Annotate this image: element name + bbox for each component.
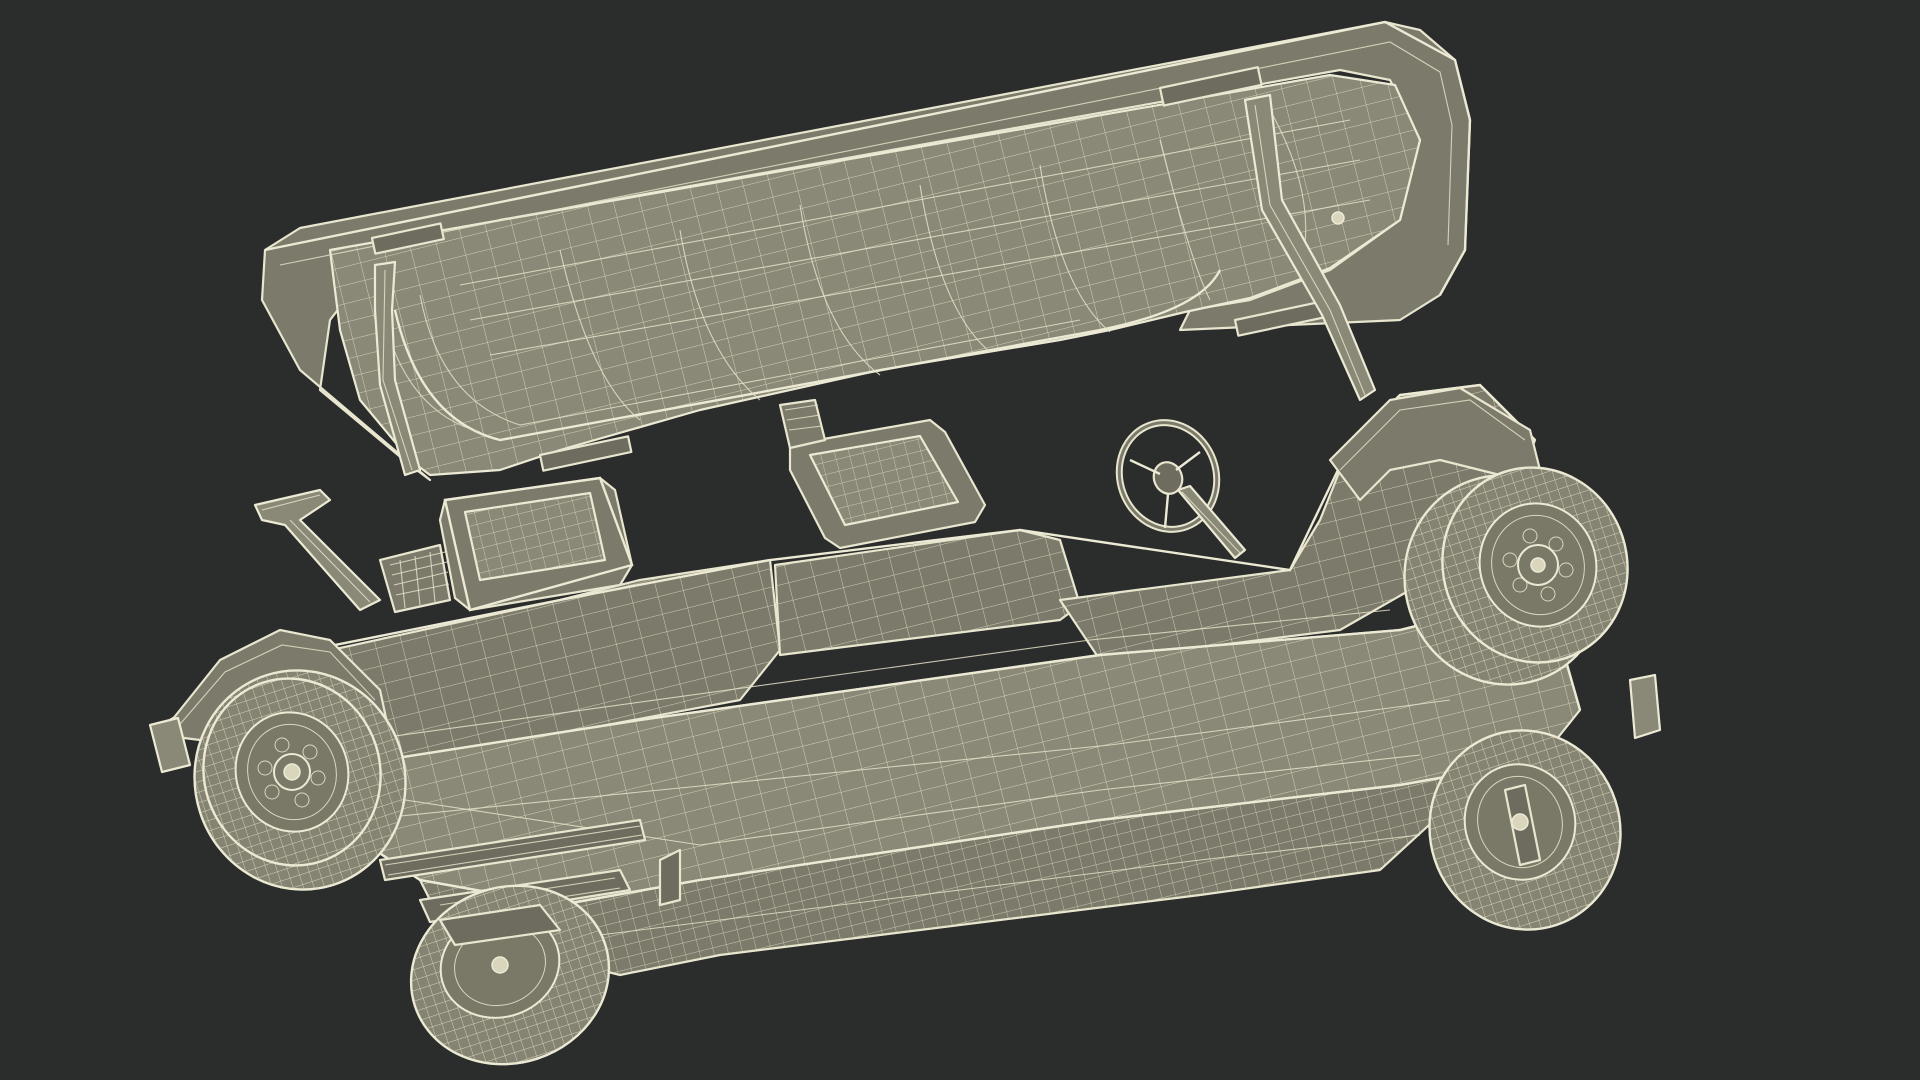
front-seat-back [778,398,987,550]
steering-wheel [1115,419,1247,560]
golf-cart-wireframe-render [148,20,1662,1066]
bag-rack [253,488,452,614]
render-viewport [0,0,1920,1080]
